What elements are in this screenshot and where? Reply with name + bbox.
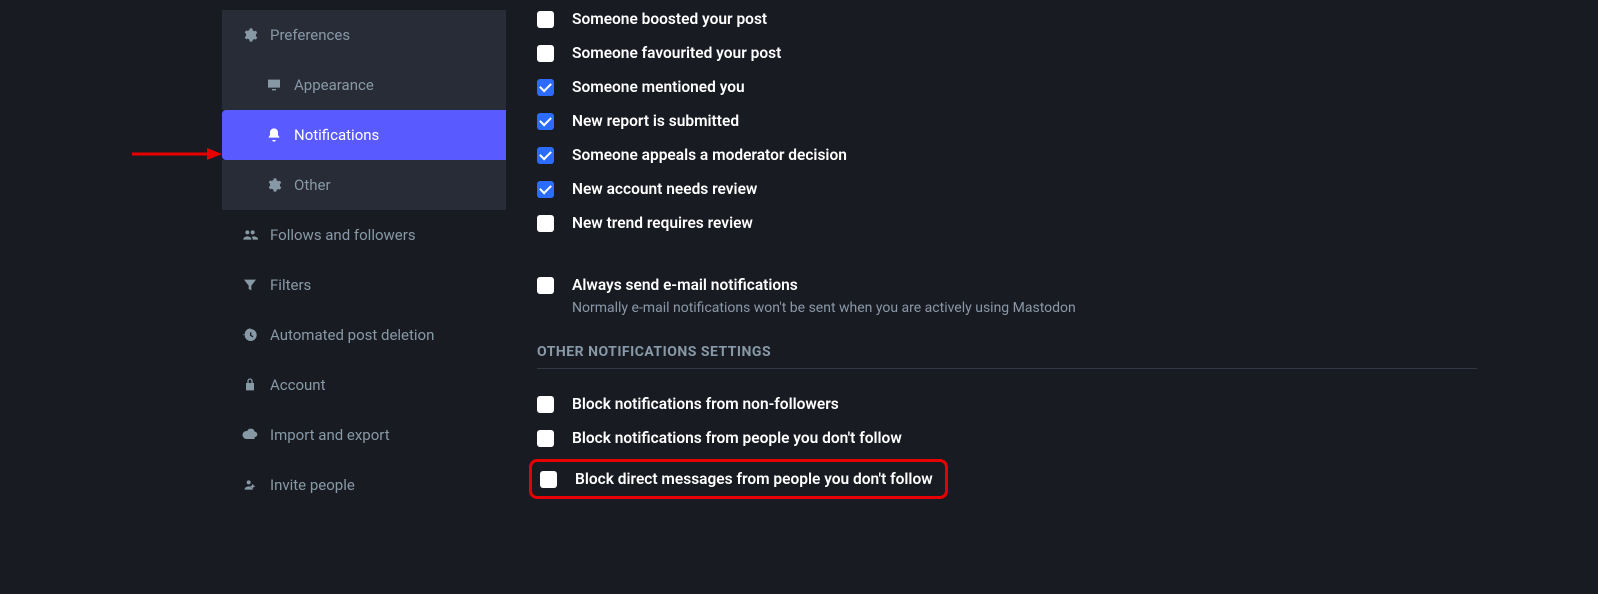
sidebar-label: Notifications [294,126,379,144]
check-label: New trend requires review [572,214,753,232]
sidebar-label: Follows and followers [270,226,416,244]
sidebar-item-filters[interactable]: Filters [222,260,506,310]
sidebar-label: Account [270,376,326,394]
settings-sidebar: Preferences Appearance Notifications Oth… [222,10,506,510]
sidebar-item-import-export[interactable]: Import and export [222,410,506,460]
checkbox[interactable] [537,430,554,447]
check-label: New report is submitted [572,112,739,130]
check-mentioned: Someone mentioned you [537,78,1477,96]
annotation-highlight: Block direct messages from people you do… [529,459,948,499]
checkbox[interactable] [537,215,554,232]
check-label: Someone boosted your post [572,10,767,28]
sidebar-label: Automated post deletion [270,326,434,344]
check-label: Someone mentioned you [572,78,745,96]
sidebar-item-other[interactable]: Other [222,160,506,210]
check-new-account: New account needs review [537,180,1477,198]
checkbox[interactable] [537,79,554,96]
checkbox[interactable] [540,471,557,488]
checkbox[interactable] [537,396,554,413]
cloud-icon [242,427,258,443]
section-header-other: OTHER NOTIFICATIONS SETTINGS [537,344,1477,360]
checkbox[interactable] [537,45,554,62]
hint-text: Normally e-mail notifications won't be s… [572,300,1477,316]
checkbox[interactable] [537,277,554,294]
sidebar-item-follows[interactable]: Follows and followers [222,210,506,260]
sidebar-label: Appearance [294,76,374,94]
lock-icon [242,377,258,393]
users-icon [242,227,258,243]
check-always-send: Always send e-mail notifications [537,276,1477,294]
notifications-settings: Someone boosted your post Someone favour… [537,10,1477,499]
check-favourited: Someone favourited your post [537,44,1477,62]
check-label: Block notifications from non-followers [572,395,839,413]
checkbox[interactable] [537,11,554,28]
sidebar-item-notifications[interactable]: Notifications [222,110,506,160]
checkbox[interactable] [537,181,554,198]
history-icon [242,327,258,343]
sidebar-label: Import and export [270,426,390,444]
sidebar-item-appearance[interactable]: Appearance [222,60,506,110]
sidebar-label: Preferences [270,26,350,44]
checkbox[interactable] [537,113,554,130]
divider [537,368,1477,369]
check-appeals: Someone appeals a moderator decision [537,146,1477,164]
check-label: Someone favourited your post [572,44,781,62]
check-label: Always send e-mail notifications [572,276,798,294]
check-label: Someone appeals a moderator decision [572,146,847,164]
check-block-nonfollowers: Block notifications from non-followers [537,395,1477,413]
bell-icon [266,127,282,143]
filter-icon [242,277,258,293]
check-new-trend: New trend requires review [537,214,1477,232]
sidebar-label: Invite people [270,476,355,494]
check-block-unfollowed: Block notifications from people you don'… [537,429,1477,447]
sidebar-item-invite[interactable]: Invite people [222,460,506,510]
sidebar-item-preferences[interactable]: Preferences [222,10,506,60]
sidebar-item-automated-deletion[interactable]: Automated post deletion [222,310,506,360]
annotation-arrow [132,146,222,162]
gear-icon [242,27,258,43]
gear-icon [266,177,282,193]
check-label: New account needs review [572,180,757,198]
checkbox[interactable] [537,147,554,164]
sidebar-item-account[interactable]: Account [222,360,506,410]
monitor-icon [266,77,282,93]
check-boosted: Someone boosted your post [537,10,1477,28]
user-plus-icon [242,477,258,493]
check-label: Block direct messages from people you do… [575,470,933,488]
sidebar-label: Other [294,176,331,194]
check-label: Block notifications from people you don'… [572,429,902,447]
check-report: New report is submitted [537,112,1477,130]
sidebar-label: Filters [270,276,311,294]
